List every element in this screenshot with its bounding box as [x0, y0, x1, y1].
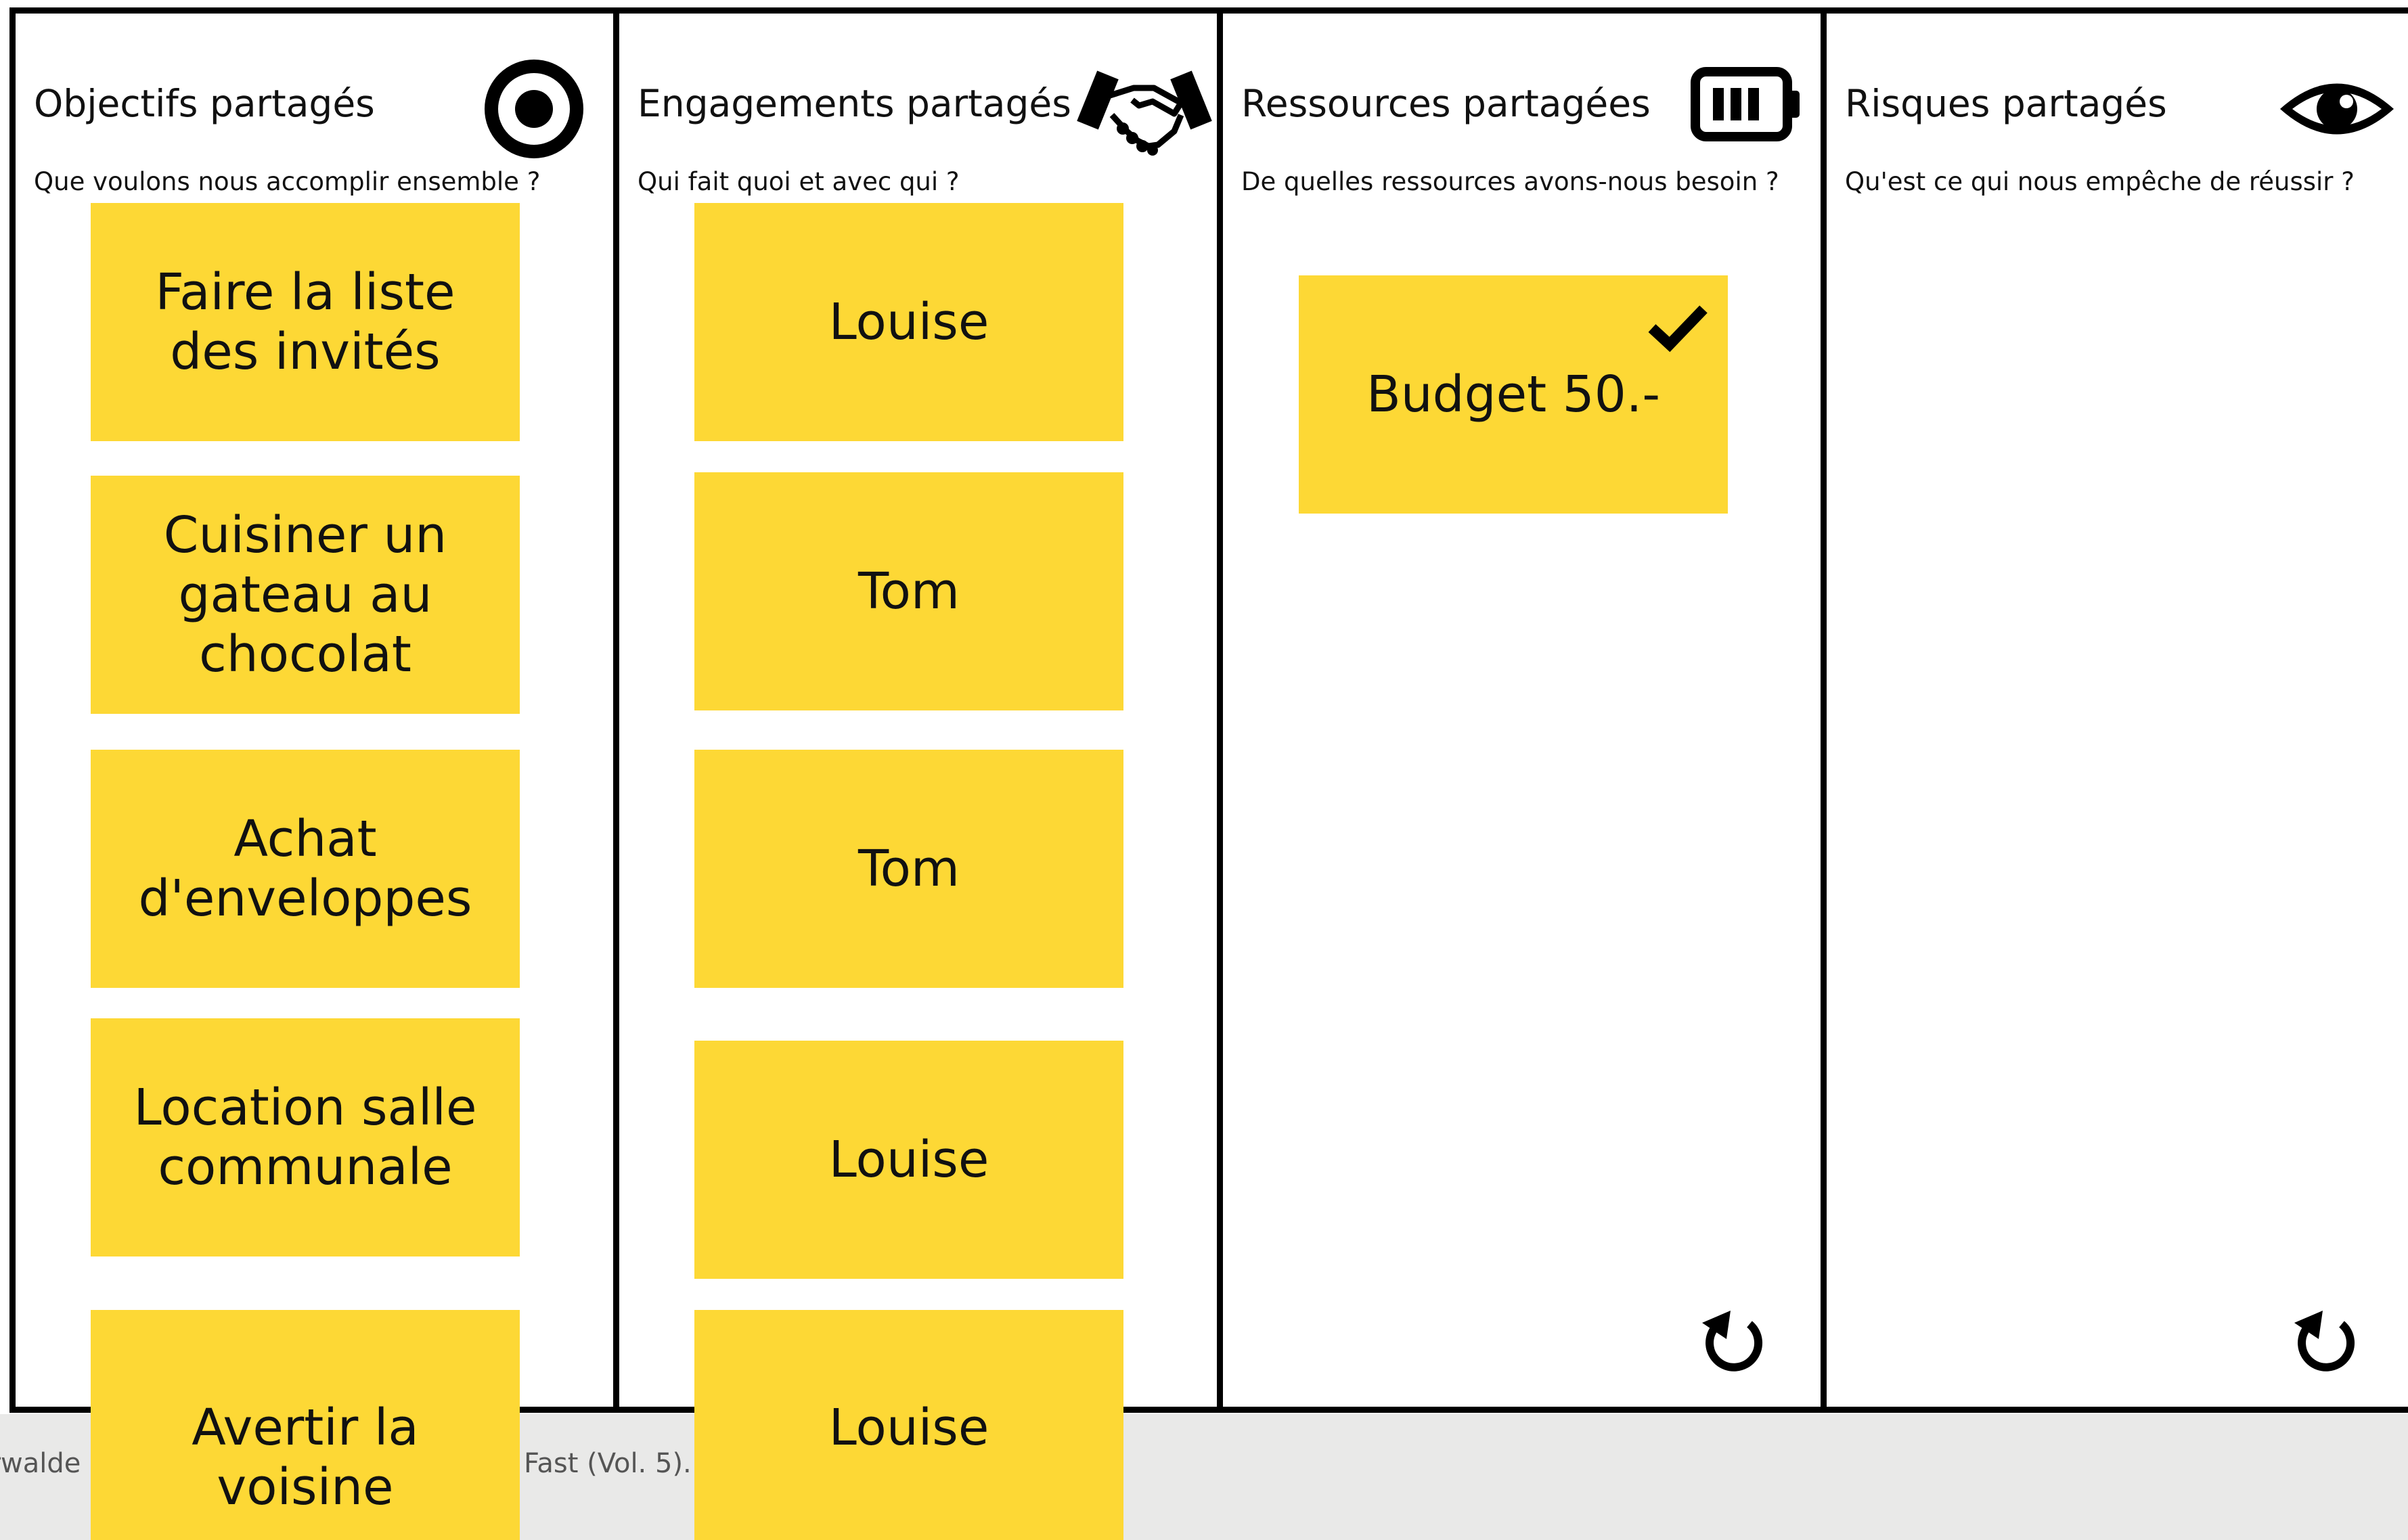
column-subtitle: De quelles ressources avons-nous besoin …: [1241, 167, 1779, 196]
sticky-note[interactable]: Budget 50.-: [1299, 275, 1728, 514]
handshake-icon: [1073, 61, 1215, 162]
sticky-note[interactable]: Louise: [694, 1310, 1123, 1540]
sticky-note-text: Tom: [858, 840, 960, 898]
sticky-note[interactable]: Louise: [694, 203, 1123, 441]
sticky-note[interactable]: Avertir la voisine: [91, 1310, 520, 1540]
sticky-note-text: Avertir la voisine: [192, 1399, 419, 1516]
sticky-note-text: Location salle communale: [133, 1079, 477, 1196]
sticky-note-text: Achat d'enveloppes: [138, 810, 472, 928]
sticky-note[interactable]: Tom: [694, 750, 1123, 988]
column-title: Engagements partagés: [638, 82, 1071, 125]
eye-icon: [2276, 72, 2398, 146]
sticky-note[interactable]: Location salle communale: [91, 1018, 520, 1256]
sticky-note[interactable]: Cuisiner un gateau au chocolat: [91, 476, 520, 714]
sticky-note-text: Louise: [828, 1399, 989, 1457]
sticky-note[interactable]: Faire la liste des invités: [91, 203, 520, 441]
reset-icon[interactable]: [1695, 1304, 1770, 1378]
column-subtitle: Qu'est ce qui nous empêche de réussir ?: [1845, 167, 2355, 196]
column-risques: Risques partagés Qu'est ce qui nous empê…: [1827, 14, 2408, 1407]
column-ressources: Ressources partagées De quelles ressourc…: [1223, 14, 1827, 1407]
sticky-note-text: Louise: [828, 293, 989, 351]
column-subtitle: Qui fait quoi et avec qui ?: [638, 167, 960, 196]
sticky-note[interactable]: Louise: [694, 1041, 1123, 1279]
column-title: Ressources partagées: [1241, 82, 1651, 125]
sticky-note-text: Cuisiner un gateau au chocolat: [163, 506, 447, 683]
sticky-note-text: Louise: [828, 1131, 989, 1189]
checkmark-icon: [1645, 296, 1710, 361]
column-title: Risques partagés: [1845, 82, 2167, 125]
canvas-stage: erwalde ams: 5 Tools to and Get Results …: [0, 0, 2408, 1540]
sticky-note-text: Tom: [858, 562, 960, 620]
column-subtitle: Que voulons nous accomplir ensemble ?: [34, 167, 541, 196]
sticky-note[interactable]: Achat d'enveloppes: [91, 750, 520, 988]
column-title: Objectifs partagés: [34, 82, 375, 125]
sticky-note[interactable]: Tom: [694, 472, 1123, 710]
target-icon: [485, 60, 583, 158]
battery-icon: [1690, 65, 1805, 146]
reset-icon[interactable]: [2288, 1304, 2362, 1378]
sticky-note-text: Faire la liste des invités: [155, 263, 455, 381]
sticky-note-text: Budget 50.-: [1366, 365, 1661, 424]
